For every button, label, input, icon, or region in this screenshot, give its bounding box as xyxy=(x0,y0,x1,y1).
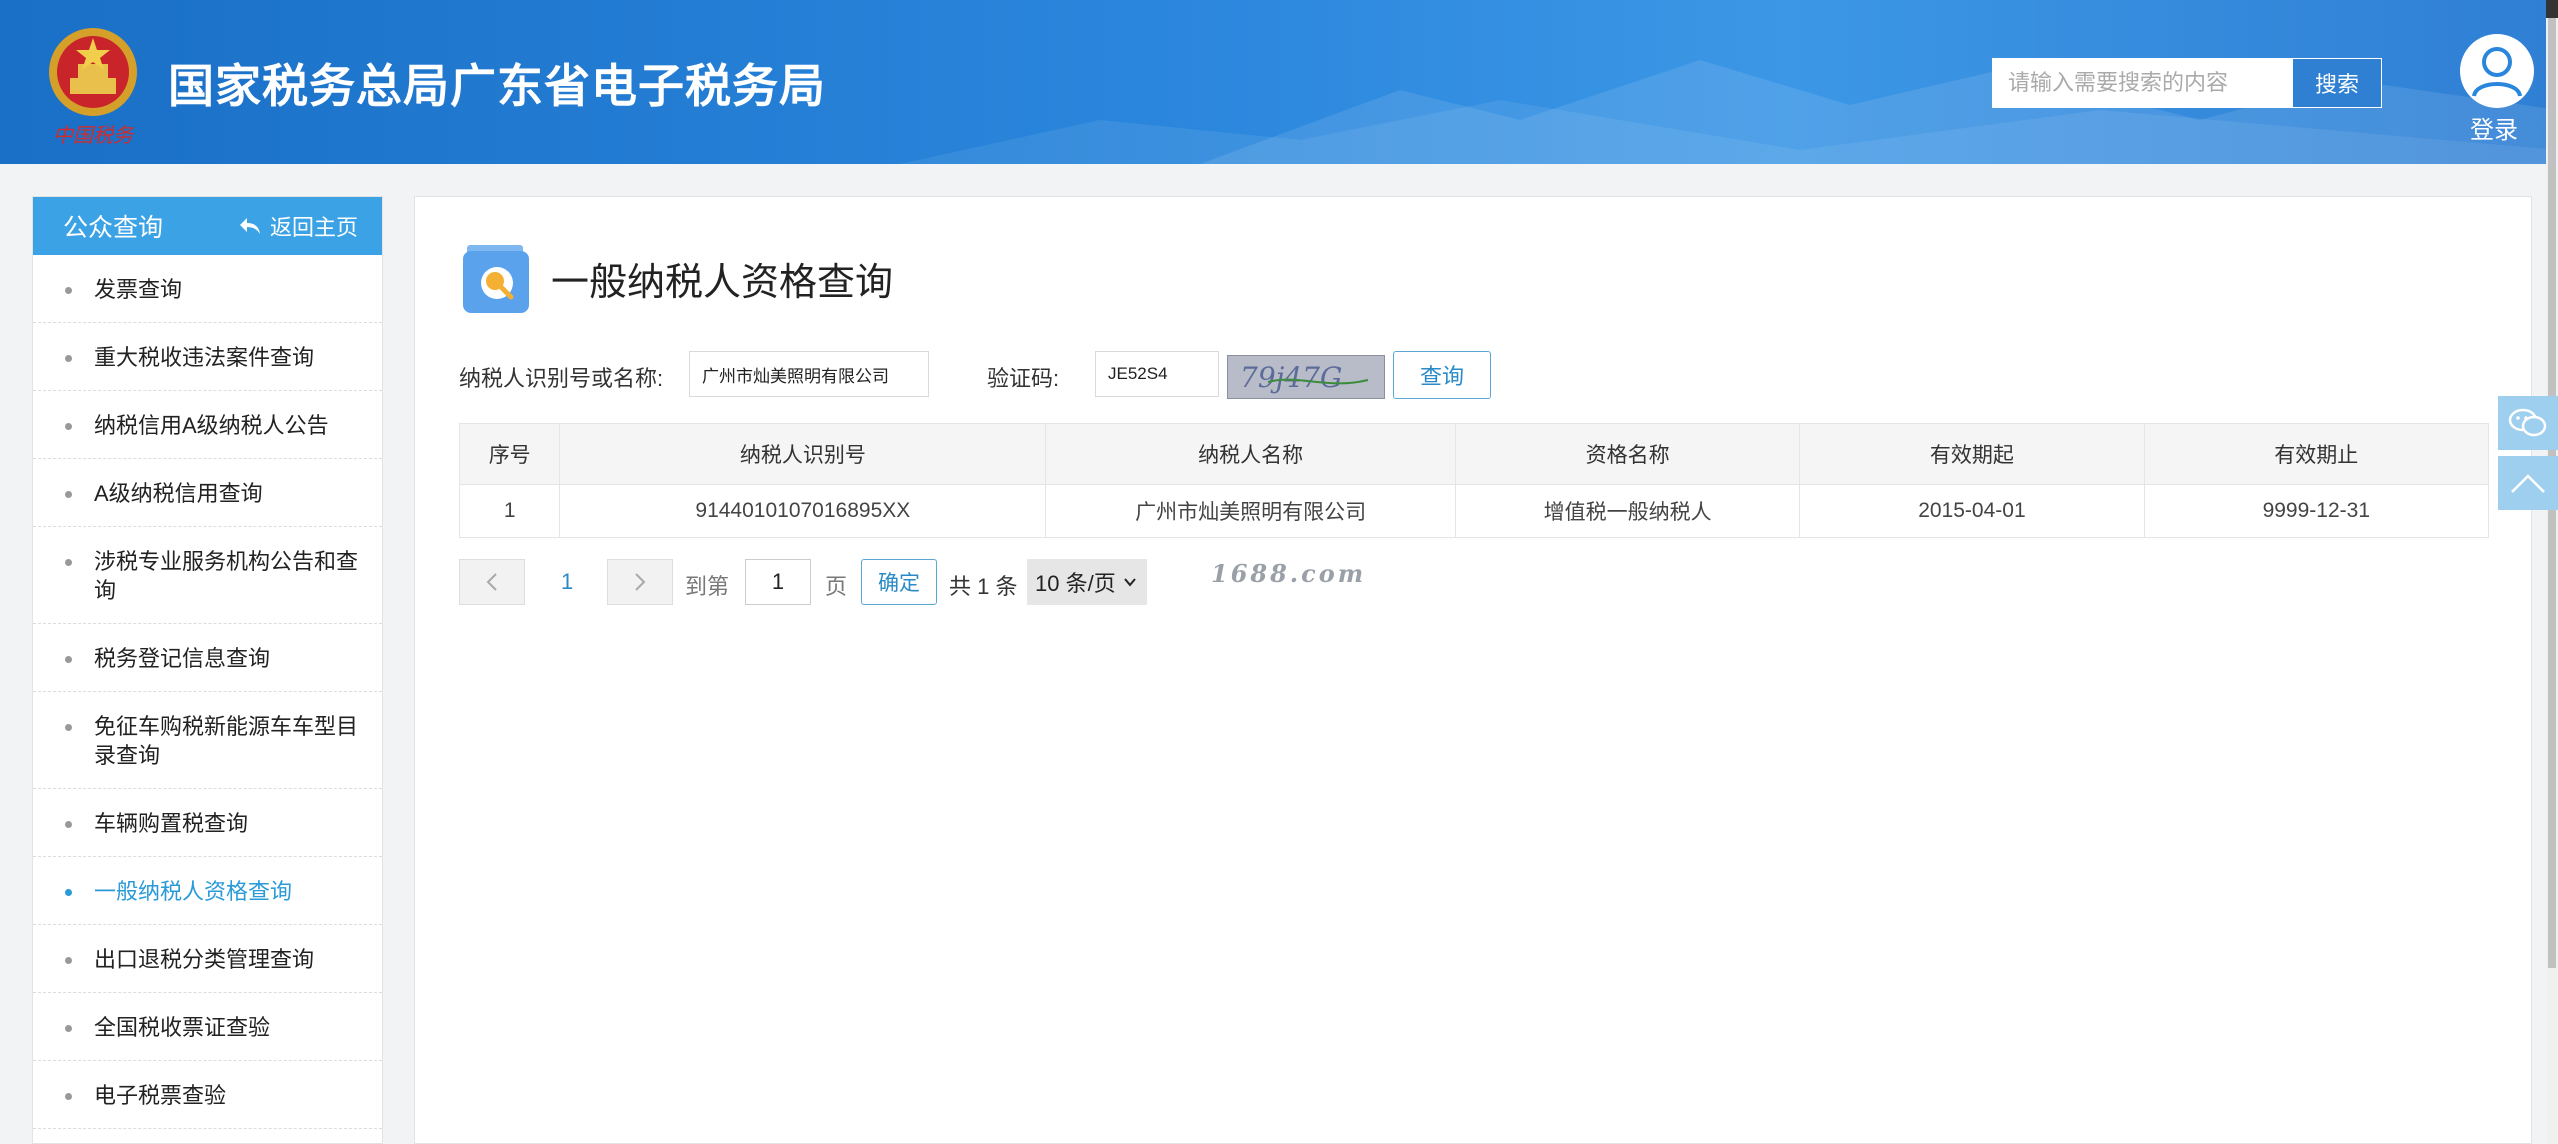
login-link[interactable]: 登录 xyxy=(2470,110,2518,145)
chevron-left-icon xyxy=(486,573,497,591)
table-cell: 增值税一般纳税人 xyxy=(1454,484,1801,538)
sidebar-item[interactable]: 电子税票查验 xyxy=(33,1061,382,1129)
chevron-down-icon xyxy=(1123,578,1136,587)
table-header-cell: 资格名称 xyxy=(1454,423,1801,485)
page-size-select[interactable]: 10 条/页 xyxy=(1027,559,1147,605)
table-header-cell: 有效期止 xyxy=(2143,423,2490,485)
table-cell: 9999-12-31 xyxy=(2143,484,2490,538)
taxpayer-label: 纳税人识别号或名称: xyxy=(459,366,664,391)
sidebar-item[interactable]: 税务登记信息查询 xyxy=(33,624,382,692)
return-arrow-icon xyxy=(239,218,260,234)
sidebar-item-label: 免征车购税新能源车车型目录查询 xyxy=(94,714,359,768)
back-home-label: 返回主页 xyxy=(269,215,358,240)
captcha-input[interactable]: JE52S4 xyxy=(1095,351,1219,397)
sidebar-item-label: 发票查询 xyxy=(94,277,183,302)
bullet-dot-icon xyxy=(65,423,72,430)
sidebar-item-label: A级纳税信用查询 xyxy=(94,481,263,506)
sidebar-item[interactable]: 免征车购税新能源车车型目录查询 xyxy=(33,692,382,789)
sidebar-menu: 发票查询重大税收违法案件查询 纳税信用A级纳税人公告 A级纳税信用查询涉税专业服务机… xyxy=(33,255,382,1143)
sidebar-item-label: 出口退税分类管理查询 xyxy=(94,947,315,972)
sidebar-item[interactable]: 车辆购置税查询 xyxy=(33,789,382,857)
login-avatar-icon[interactable] xyxy=(2460,34,2534,108)
search-button[interactable]: 搜索 xyxy=(2292,58,2382,108)
sidebar-item-label: 全国税收票证查验 xyxy=(94,1015,271,1040)
sidebar-item[interactable]: A级纳税信用查询 xyxy=(33,459,382,527)
captcha-label: 验证码: xyxy=(987,366,1060,391)
goto-page-input[interactable]: 1 xyxy=(745,559,811,605)
table-cell: 1 xyxy=(458,484,561,538)
sidebar-item-label: 税务登记信息查询 xyxy=(94,646,271,671)
sidebar-item[interactable]: 税收票证事件查验 xyxy=(33,1129,382,1143)
bullet-dot-icon xyxy=(65,724,72,731)
bullet-dot-icon xyxy=(65,491,72,498)
wechat-float-button[interactable] xyxy=(2498,396,2558,450)
back-to-top-button[interactable] xyxy=(2498,456,2558,510)
goto-label: 到第 xyxy=(685,574,730,599)
prev-page-button[interactable] xyxy=(459,559,525,605)
bullet-dot-icon xyxy=(65,889,72,896)
table-header-cell: 纳税人名称 xyxy=(1045,423,1456,485)
result-table: 序号 纳税人识别号 纳税人名称 资格名称 有效期起 有效期止 1 9144010107016… xyxy=(458,423,2490,538)
sidebar-header: 公众查询 返回主页 xyxy=(33,197,382,255)
window-corner xyxy=(2546,0,2558,18)
sidebar-item-label: 电子税票查验 xyxy=(94,1083,227,1108)
main-panel: 一般纳税人资格查询 纳税人识别号或名称: 广州市灿美照明有限公司 验证码: JE… xyxy=(414,196,2532,1144)
table-header-cell: 纳税人识别号 xyxy=(559,423,1047,485)
chevron-right-icon xyxy=(635,573,646,591)
table-header-cell: 有效期起 xyxy=(1799,423,2145,485)
table-row: 1 9144010107016895XX 广州市灿美照明有限公司 增值税一般纳税人 20… xyxy=(458,484,2490,538)
watermark-text: 1688.com xyxy=(1211,559,1367,588)
sidebar-item[interactable]: 重大税收违法案件查询 xyxy=(33,323,382,391)
table-cell: 广州市灿美照明有限公司 xyxy=(1045,484,1456,538)
bullet-dot-icon xyxy=(65,957,72,964)
svg-text:中国税务: 中国税务 xyxy=(53,123,135,147)
bullet-dot-icon xyxy=(65,656,72,663)
wechat-icon xyxy=(2508,408,2547,437)
chevron-up-icon xyxy=(2511,474,2545,493)
site-title: 国家税务总局广东省电子税务局 xyxy=(168,59,826,113)
bullet-dot-icon xyxy=(65,1093,72,1100)
taxpayer-id-input[interactable]: 广州市灿美照明有限公司 xyxy=(689,351,929,397)
sidebar-item[interactable]: 一般纳税人资格查询 xyxy=(33,857,382,925)
table-header-row: 序号 纳税人识别号 纳税人名称 资格名称 有效期起 有效期止 xyxy=(458,423,2490,485)
sidebar-item-label: 涉税专业服务机构公告和查询 xyxy=(94,549,359,603)
sidebar-item-label: 车辆购置税查询 xyxy=(94,811,249,836)
site-header: 中国税务 国家税务总局广东省电子税务局 搜索 登录 xyxy=(0,0,2558,164)
query-button[interactable]: 查询 xyxy=(1393,351,1491,399)
national-emblem-logo: 中国税务 xyxy=(49,28,137,147)
sidebar-item[interactable]: 发票查询 xyxy=(33,255,382,323)
page-unit-label: 页 xyxy=(825,574,848,599)
captcha-image-text: 79j47G xyxy=(1240,361,1342,394)
bullet-dot-icon xyxy=(65,559,72,566)
table-header-cell: 序号 xyxy=(458,423,561,485)
back-home-link[interactable]: 返回主页 xyxy=(238,210,358,242)
page-number-current[interactable]: 1 xyxy=(561,569,573,595)
page-title: 一般纳税人资格查询 xyxy=(551,260,894,304)
sidebar-item[interactable]: 涉税专业服务机构公告和查询 xyxy=(33,527,382,624)
search-query-icon xyxy=(463,245,529,313)
bullet-dot-icon xyxy=(65,287,72,294)
sidebar-item-label: 纳税信用A级纳税人公告 xyxy=(94,413,329,438)
sidebar-item-label: 一般纳税人资格查询 xyxy=(94,879,293,904)
bullet-dot-icon xyxy=(65,1025,72,1032)
next-page-button[interactable] xyxy=(607,559,673,605)
total-count: 共 1 条 xyxy=(949,574,1018,599)
captcha-image[interactable]: 79j47G xyxy=(1227,355,1385,399)
sidebar: 公众查询 返回主页 发票查询重大税收违法案件查询 纳税信用A级纳税人公告 A级纳税信… xyxy=(32,196,383,1144)
bullet-dot-icon xyxy=(65,821,72,828)
sidebar-title: 公众查询 xyxy=(63,214,164,242)
table-cell: 9144010107016895XX xyxy=(559,484,1047,538)
sidebar-item[interactable]: 纳税信用A级纳税人公告 xyxy=(33,391,382,459)
bullet-dot-icon xyxy=(65,355,72,362)
sidebar-item-label: 重大税收违法案件查询 xyxy=(94,345,315,370)
page-size-value: 10 条/页 xyxy=(1035,571,1116,596)
table-cell: 2015-04-01 xyxy=(1799,484,2145,538)
sidebar-item[interactable]: 全国税收票证查验 xyxy=(33,993,382,1061)
goto-confirm-button[interactable]: 确定 xyxy=(861,559,937,605)
sidebar-item[interactable]: 出口退税分类管理查询 xyxy=(33,925,382,993)
